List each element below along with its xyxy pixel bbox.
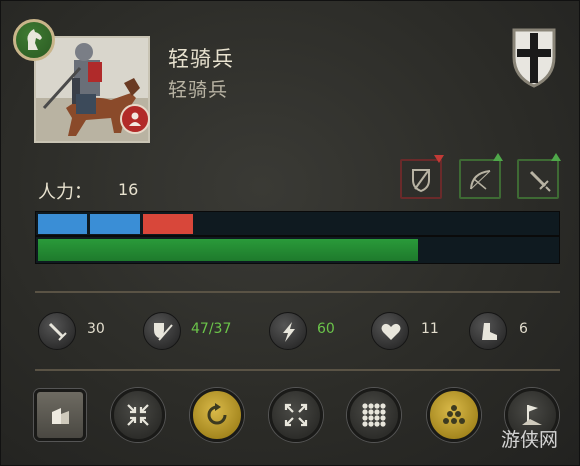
trend-up-icon <box>493 153 503 161</box>
divider <box>35 291 560 293</box>
unit-type: 轻骑兵 <box>168 79 229 101</box>
defense-value: 47/37 <box>191 321 232 337</box>
formation-button[interactable] <box>34 389 86 441</box>
lightning-icon <box>283 322 295 342</box>
black-cross-shield-icon <box>512 28 556 88</box>
expand-formation-button[interactable] <box>269 388 323 442</box>
health-bar-fill <box>38 239 418 261</box>
bow-trait[interactable] <box>459 153 503 199</box>
speed-value: 6 <box>519 321 528 337</box>
bow-icon <box>470 170 491 190</box>
contract-formation-button[interactable] <box>111 388 165 442</box>
shield-break-icon <box>412 169 430 193</box>
boot-icon <box>482 323 497 340</box>
sword-icon <box>529 170 551 192</box>
trend-up-icon <box>551 153 561 161</box>
horse-head-icon <box>27 29 42 50</box>
attack-value: 30 <box>87 321 105 337</box>
unit-class-badge <box>13 19 55 61</box>
shield-break-trait[interactable] <box>400 155 444 199</box>
dot-grid-icon <box>362 403 386 427</box>
trend-down-icon <box>434 155 444 163</box>
pyramid-formation-button[interactable] <box>427 388 481 442</box>
unit-name: 轻骑兵 <box>168 47 234 71</box>
shield-sword-icon <box>154 323 173 341</box>
defense-stat-icon <box>143 312 181 350</box>
sword-icon <box>48 322 67 341</box>
health-bar <box>35 236 560 264</box>
morale-value: 11 <box>421 321 439 337</box>
manpower-label: 人力： <box>38 182 92 203</box>
manpower-value: 16 <box>118 180 139 199</box>
divider <box>35 369 560 371</box>
culture-badge <box>120 104 150 134</box>
group-formation-icon <box>52 408 69 424</box>
expand-arrows-icon <box>284 403 308 427</box>
unit-entities-bar <box>35 211 560 236</box>
person-icon <box>129 112 141 126</box>
charge-stat-icon <box>269 312 307 350</box>
red-segment <box>143 214 193 234</box>
watermark-text: 游侠网 <box>501 429 559 451</box>
rotate-icon <box>207 403 227 425</box>
blue-segment <box>90 214 140 234</box>
charge-value: 60 <box>317 321 335 337</box>
blue-segment <box>38 214 87 234</box>
pyramid-dots-icon <box>443 405 465 424</box>
sword-trait[interactable] <box>517 153 561 199</box>
heart-icon <box>381 323 401 340</box>
morale-stat-icon <box>371 312 409 350</box>
speed-stat-icon <box>469 312 507 350</box>
rotate-button[interactable] <box>190 388 244 442</box>
unit-info-panel: 轻骑兵 轻骑兵 人力： 16 30 47/37 60 11 6 游侠网 <box>0 0 580 466</box>
square-formation-button[interactable] <box>347 388 401 442</box>
attack-stat-icon <box>38 312 76 350</box>
contract-arrows-icon <box>127 404 149 426</box>
